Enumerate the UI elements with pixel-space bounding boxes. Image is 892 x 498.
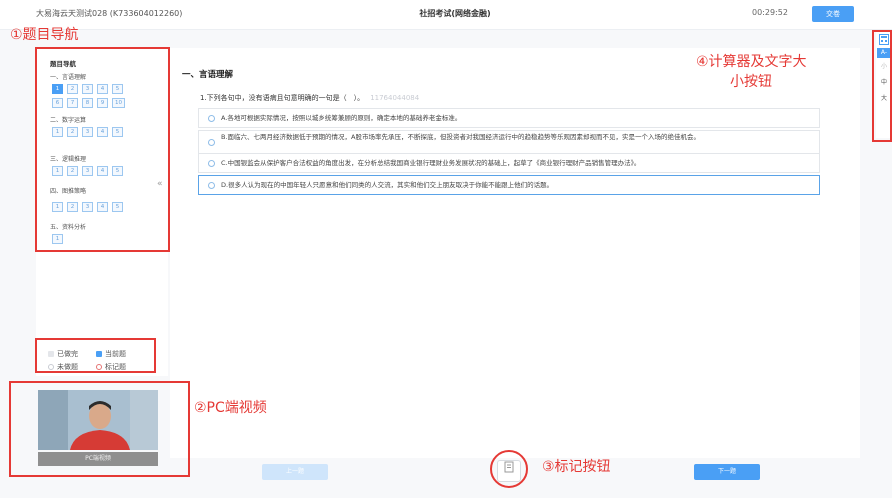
exam-title: 社招考试(网络金融)	[419, 9, 491, 18]
annotation-tools-label-line2: 小按钮	[730, 74, 772, 90]
annotation-mark-label: ③标记按钮	[542, 459, 611, 475]
submit-button[interactable]: 交卷	[812, 6, 854, 22]
radio-icon[interactable]	[208, 160, 215, 167]
option-text: C.中国银监会从保护客户合法权益的角度出发，在分析总结我国商业银行理财业务发展状…	[221, 159, 641, 167]
annotation-video-label: ②PC端视频	[194, 400, 267, 416]
countdown-timer: 00:29:52	[752, 8, 788, 17]
option-text: D.很多人认为现在的中国年轻人只愿意和他们同类的人交流，其实和他们交上朋友取决于…	[221, 181, 554, 189]
question-text: 1.下列各句中，没有语病且句意明确的一句是（ ）。	[200, 94, 365, 102]
radio-icon[interactable]	[208, 182, 215, 189]
annotation-video-box	[9, 381, 190, 477]
next-question-button[interactable]: 下一题	[694, 464, 760, 480]
annotation-nav-box	[35, 47, 170, 252]
radio-icon[interactable]	[208, 115, 215, 122]
option-text: A.各地可根据实际情况，按照以城乡统筹兼顾的原则，确定本地的基础养老金标准。	[221, 114, 462, 122]
annotation-nav-label: ①题目导航	[10, 27, 79, 43]
answer-option-b[interactable]: B.面临六、七两月经济数据低于预期的情况，A股市场率先承压，不断探底，但投资者对…	[198, 130, 820, 154]
annotation-tools-box	[872, 30, 892, 142]
top-bar: 大易海云天测试028 (K733604012260) 社招考试(网络金融) 00…	[0, 0, 892, 30]
radio-icon[interactable]	[208, 139, 215, 146]
question-id: 11764044084	[370, 94, 420, 102]
annotation-legend-box	[35, 338, 156, 373]
section-heading: 一、言语理解	[182, 70, 234, 80]
annotation-tools-label: ④计算器及文字大	[696, 54, 807, 70]
option-text: B.面临六、七两月经济数据低于预期的情况，A股市场率先承压，不断探底，但投资者对…	[221, 133, 700, 141]
question-stem: 1.下列各句中，没有语病且句意明确的一句是（ ）。 11764044084	[200, 93, 419, 103]
answer-option-a[interactable]: A.各地可根据实际情况，按照以城乡统筹兼顾的原则，确定本地的基础养老金标准。	[198, 108, 820, 128]
exam-page: 大易海云天测试028 (K733604012260) 社招考试(网络金融) 00…	[0, 0, 892, 498]
annotation-mark-circle	[490, 450, 528, 488]
previous-question-button[interactable]: 上一题	[262, 464, 328, 480]
candidate-info: 大易海云天测试028 (K733604012260)	[36, 9, 183, 18]
answer-option-c[interactable]: C.中国银监会从保护客户合法权益的角度出发，在分析总结我国商业银行理财业务发展状…	[198, 153, 820, 173]
answer-option-d[interactable]: D.很多人认为现在的中国年轻人只愿意和他们同类的人交流，其实和他们交上朋友取决于…	[198, 175, 820, 195]
